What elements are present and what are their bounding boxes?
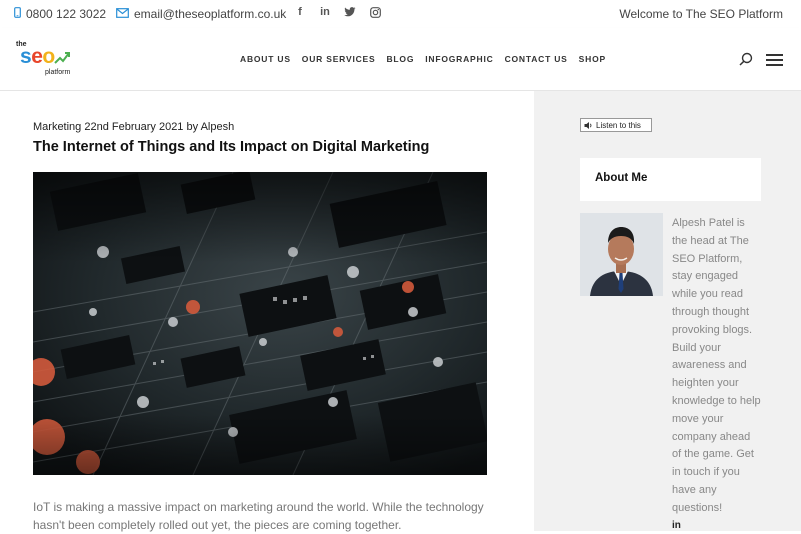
listen-button[interactable]: Listen to this: [580, 118, 652, 132]
linkedin-icon[interactable]: in: [672, 520, 681, 531]
logo-chart-icon: [54, 52, 70, 64]
facebook-icon[interactable]: f: [294, 6, 306, 18]
post-date: 22nd February 2021: [84, 121, 184, 133]
search-icon[interactable]: [739, 52, 753, 66]
nav-item-our-services[interactable]: OUR SERVICES: [302, 54, 376, 64]
nav-item-about-us[interactable]: ABOUT US: [240, 54, 291, 64]
about-me-widget: About Me: [580, 158, 761, 201]
instagram-icon[interactable]: [369, 6, 381, 18]
post-by: by: [186, 121, 199, 133]
post-meta: Marketing 22nd February 2021 by Alpesh: [33, 121, 234, 133]
about-me-title: About Me: [595, 172, 648, 184]
speaker-icon: [584, 121, 592, 129]
phone-icon: [14, 7, 21, 21]
social-links: f in: [294, 6, 381, 18]
phone-contact[interactable]: 0800 122 3022: [14, 7, 106, 21]
phone-number: 0800 122 3022: [26, 7, 107, 21]
welcome-text: Welcome to The SEO Platform: [619, 7, 783, 21]
email-address: email@theseoplatform.co.uk: [134, 7, 287, 21]
top-bar: 0800 122 3022 email@theseoplatform.co.uk…: [0, 0, 801, 28]
logo-mark: seo: [20, 45, 55, 68]
post-title[interactable]: The Internet of Things and Its Impact on…: [33, 139, 429, 155]
post-featured-image[interactable]: [33, 172, 487, 475]
nav-item-shop[interactable]: SHOP: [579, 54, 606, 64]
linkedin-icon[interactable]: in: [319, 6, 331, 18]
author-bio: Alpesh Patel is the head at The SEO Plat…: [672, 217, 761, 514]
site-header: the seo platform ABOUT US OUR SERVICES B…: [0, 28, 801, 91]
author-photo: [580, 213, 663, 296]
logo-bottom-text: platform: [45, 69, 71, 76]
twitter-icon[interactable]: [344, 6, 356, 18]
post-column: Marketing 22nd February 2021 by Alpesh T…: [0, 91, 534, 532]
email-contact[interactable]: email@theseoplatform.co.uk: [116, 7, 286, 21]
mail-icon: [116, 7, 129, 21]
nav-item-contact-us[interactable]: CONTACT US: [505, 54, 568, 64]
site-logo[interactable]: the seo platform: [14, 38, 78, 82]
post-excerpt: IoT is making a massive impact on market…: [33, 500, 484, 532]
nav-item-infographic[interactable]: INFOGRAPHIC: [425, 54, 493, 64]
post-author[interactable]: Alpesh: [201, 121, 235, 133]
menu-icon[interactable]: [766, 54, 783, 66]
sidebar: Listen to this About Me Alpesh Patel is …: [534, 91, 801, 531]
nav-item-blog[interactable]: BLOG: [386, 54, 414, 64]
listen-label: Listen to this: [596, 120, 641, 130]
post-category[interactable]: Marketing: [33, 121, 81, 133]
main-nav: ABOUT US OUR SERVICES BLOG INFOGRAPHIC C…: [240, 54, 617, 64]
